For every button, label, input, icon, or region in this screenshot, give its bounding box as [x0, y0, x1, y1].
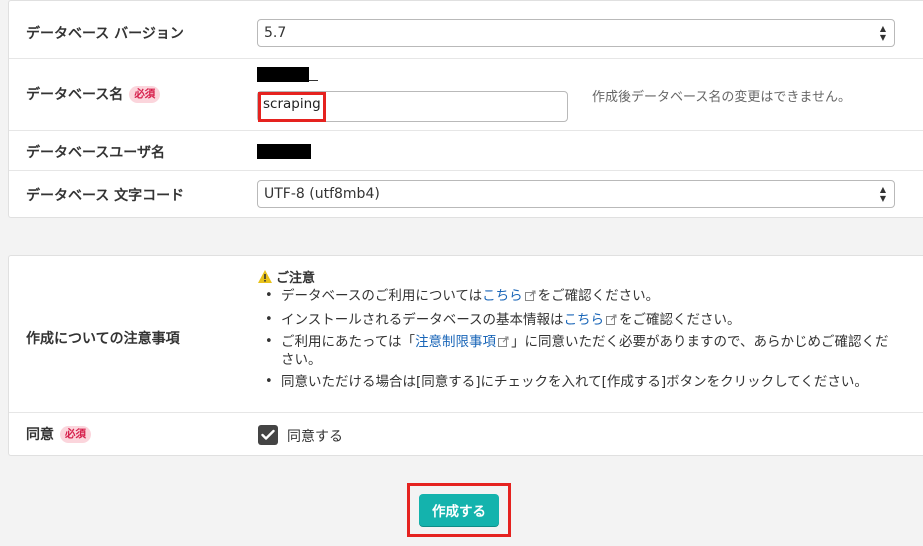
select-arrows-icon: ▲ ▼ — [879, 185, 886, 203]
create-button[interactable]: 作成する — [419, 494, 499, 526]
notice-text: データベースのご利用については — [281, 288, 483, 304]
notice-text: ご利用にあたっては「 — [281, 334, 416, 350]
notice-text: をご確認ください。 — [537, 288, 660, 304]
db-name-label: データベース名 — [26, 87, 124, 103]
agree-label-group: 同意 必須 — [26, 424, 91, 444]
notice-title: ご注意 — [258, 267, 315, 286]
required-badge: 必須 — [60, 425, 91, 443]
notice-item: インストールされるデータベースの基本情報はこちらをご確認ください。 — [261, 311, 901, 329]
warning-icon — [258, 270, 272, 283]
notice-row: 作成についての注意事項 ご注意 データベースのご利用についてはこちらをご確認くだ… — [9, 256, 923, 413]
db-user-label: データベースユーザ名 — [26, 145, 166, 161]
redacted-db-user — [257, 144, 311, 159]
select-arrows-icon: ▲ ▼ — [879, 24, 886, 42]
notice-title-text: ご注意 — [276, 271, 316, 286]
notice-item: データベースのご利用についてはこちらをご確認ください。 — [261, 287, 901, 305]
charset-label: データベース 文字コード — [26, 188, 185, 204]
usage-link[interactable]: こちら — [482, 288, 523, 304]
database-settings-panel: データベース バージョン 5.7 ▲ ▼ データベース名 必須 scraping … — [8, 0, 923, 218]
basic-info-link[interactable]: こちら — [564, 312, 605, 328]
version-row: データベース バージョン 5.7 ▲ ▼ — [9, 1, 923, 59]
db-user-row: データベースユーザ名 — [9, 131, 923, 171]
restrictions-link[interactable]: 注意制限事項 — [415, 334, 496, 350]
redacted-prefix — [257, 67, 309, 82]
prefix-separator — [309, 80, 318, 81]
notice-label: 作成についての注意事項 — [26, 331, 180, 347]
notice-text: をご確認ください。 — [619, 312, 741, 328]
charset-select-value: UTF-8 (utf8mb4) — [264, 186, 380, 202]
charset-row: データベース 文字コード UTF-8 (utf8mb4) ▲ ▼ — [9, 171, 923, 219]
notice-text: 同意いただける場合は[同意する]にチェックを入れて[作成する]ボタンをクリックし… — [281, 374, 868, 390]
db-name-highlight — [258, 92, 326, 122]
version-select[interactable]: 5.7 ▲ ▼ — [257, 19, 895, 47]
notice-item: ご利用にあたっては「注意制限事項」に同意いただく必要がありますので、あらかじめご… — [261, 333, 901, 369]
agree-checkbox-label[interactable]: 同意する — [287, 426, 343, 446]
db-name-row: データベース名 必須 scraping 作成後データベース名の変更はできません。 — [9, 59, 923, 131]
version-label: データベース バージョン — [26, 26, 184, 42]
agree-checkbox[interactable] — [258, 425, 278, 445]
checkmark-icon — [261, 429, 275, 440]
notice-list: データベースのご利用についてはこちらをご確認ください。 インストールされるデータ… — [261, 287, 901, 395]
charset-select[interactable]: UTF-8 (utf8mb4) ▲ ▼ — [257, 180, 895, 208]
db-name-label-group: データベース名 必須 — [26, 84, 161, 104]
version-select-value: 5.7 — [264, 25, 287, 41]
external-link-icon — [606, 314, 617, 325]
db-name-helper-text: 作成後データベース名の変更はできません。 — [592, 90, 851, 105]
notice-text: インストールされるデータベースの基本情報は — [281, 312, 564, 328]
required-badge: 必須 — [129, 85, 161, 103]
external-link-icon — [498, 336, 509, 347]
submit-highlight: 作成する — [407, 483, 511, 537]
notice-panel: 作成についての注意事項 ご注意 データベースのご利用についてはこちらをご確認くだ… — [8, 255, 923, 456]
agree-label: 同意 — [26, 427, 54, 443]
notice-item: 同意いただける場合は[同意する]にチェックを入れて[作成する]ボタンをクリックし… — [261, 373, 901, 391]
agree-row: 同意 必須 同意する — [9, 413, 923, 457]
external-link-icon — [524, 290, 536, 301]
